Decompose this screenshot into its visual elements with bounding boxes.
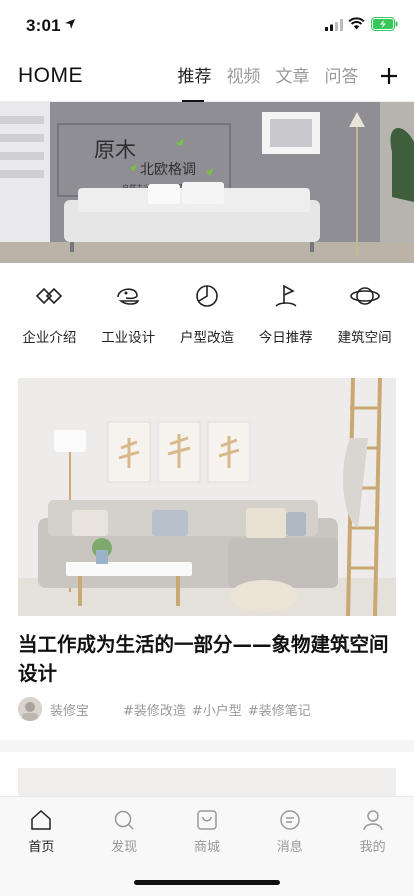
tabbar-item-messages[interactable]: 消息 (249, 797, 331, 855)
category-industrial-design[interactable]: 工业设计 (89, 280, 168, 360)
author-name[interactable]: 装修宝 (50, 700, 123, 719)
category-architecture-space[interactable]: 建筑空间 (325, 280, 404, 360)
tab-articles[interactable]: 文章 (268, 62, 317, 102)
section-divider (0, 740, 414, 752)
top-navigation: HOME 推荐 视频 文章 问答 (0, 50, 414, 103)
top-tabs: 推荐 视频 文章 问答 (170, 62, 366, 103)
tab-qa[interactable]: 问答 (317, 62, 366, 102)
tabbar-label: 发现 (111, 840, 138, 855)
article-title[interactable]: 当工作成为生活的一部分——象物建筑空间设计 (18, 630, 398, 688)
tag-renovation[interactable]: #装修改造 (123, 700, 186, 719)
hero-image: 原木 北欧格调 自然主义 返璞归真 (0, 102, 414, 263)
avatar[interactable] (18, 697, 42, 721)
tabbar-item-shop[interactable]: 商城 (166, 797, 248, 855)
message-icon (280, 810, 300, 830)
article-meta: 装修宝 #装修改造 #小户型 #装修笔记 (18, 695, 398, 723)
category-label: 户型改造 (179, 330, 234, 346)
category-layout-renovation[interactable]: 户型改造 (168, 280, 247, 360)
wifi-icon (348, 17, 365, 30)
home-icon (31, 809, 52, 830)
category-label: 今日推荐 (258, 330, 313, 346)
category-row: 企业介绍 工业设计 户型改造 今日推荐 建筑空间 (0, 280, 414, 360)
tabbar-item-discover[interactable]: 发现 (83, 797, 165, 855)
category-label: 企业介绍 (22, 330, 77, 346)
status-time: 3:01 (26, 16, 61, 35)
location-arrow-icon (65, 19, 75, 29)
category-label: 建筑空间 (337, 330, 392, 346)
tabbar-item-home[interactable]: 首页 (0, 797, 82, 855)
profile-icon (362, 810, 383, 831)
plus-icon[interactable] (377, 64, 401, 88)
search-icon (114, 810, 134, 830)
category-label: 工业设计 (101, 330, 156, 346)
diamond-icon (36, 287, 63, 305)
shop-icon (197, 810, 217, 830)
tabbar-label: 我的 (359, 840, 386, 855)
category-today-picks[interactable]: 今日推荐 (246, 280, 325, 360)
tab-video[interactable]: 视频 (219, 62, 268, 102)
home-indicator[interactable] (134, 880, 280, 885)
planet-icon (349, 287, 380, 305)
flag-icon (275, 284, 297, 307)
hero-title-main: 原木 (94, 138, 136, 162)
hero-title-sub: 北欧格调 (140, 162, 196, 178)
tabbar-label: 消息 (276, 840, 303, 855)
living-room-photo (18, 378, 396, 616)
status-bar: 3:01 (0, 0, 414, 50)
hero-banner[interactable]: 原木 北欧格调 自然主义 返璞归真 (0, 102, 414, 263)
tag-renovation-notes[interactable]: #装修笔记 (248, 700, 311, 719)
tabbar-label: 首页 (28, 840, 55, 855)
brand-title: HOME (18, 64, 83, 87)
tag-small-apartment[interactable]: #小户型 (192, 700, 242, 719)
tab-recommend[interactable]: 推荐 (170, 62, 219, 103)
avatar-image (18, 697, 42, 721)
hat-icon (117, 288, 140, 305)
category-company-intro[interactable]: 企业介绍 (10, 280, 89, 360)
tabbar-label: 商城 (193, 840, 220, 855)
battery-icon (371, 17, 398, 31)
tabbar-item-profile[interactable]: 我的 (332, 797, 414, 855)
article-image[interactable] (18, 378, 396, 616)
cellular-signal-icon (325, 19, 343, 31)
pie-icon (196, 285, 218, 307)
